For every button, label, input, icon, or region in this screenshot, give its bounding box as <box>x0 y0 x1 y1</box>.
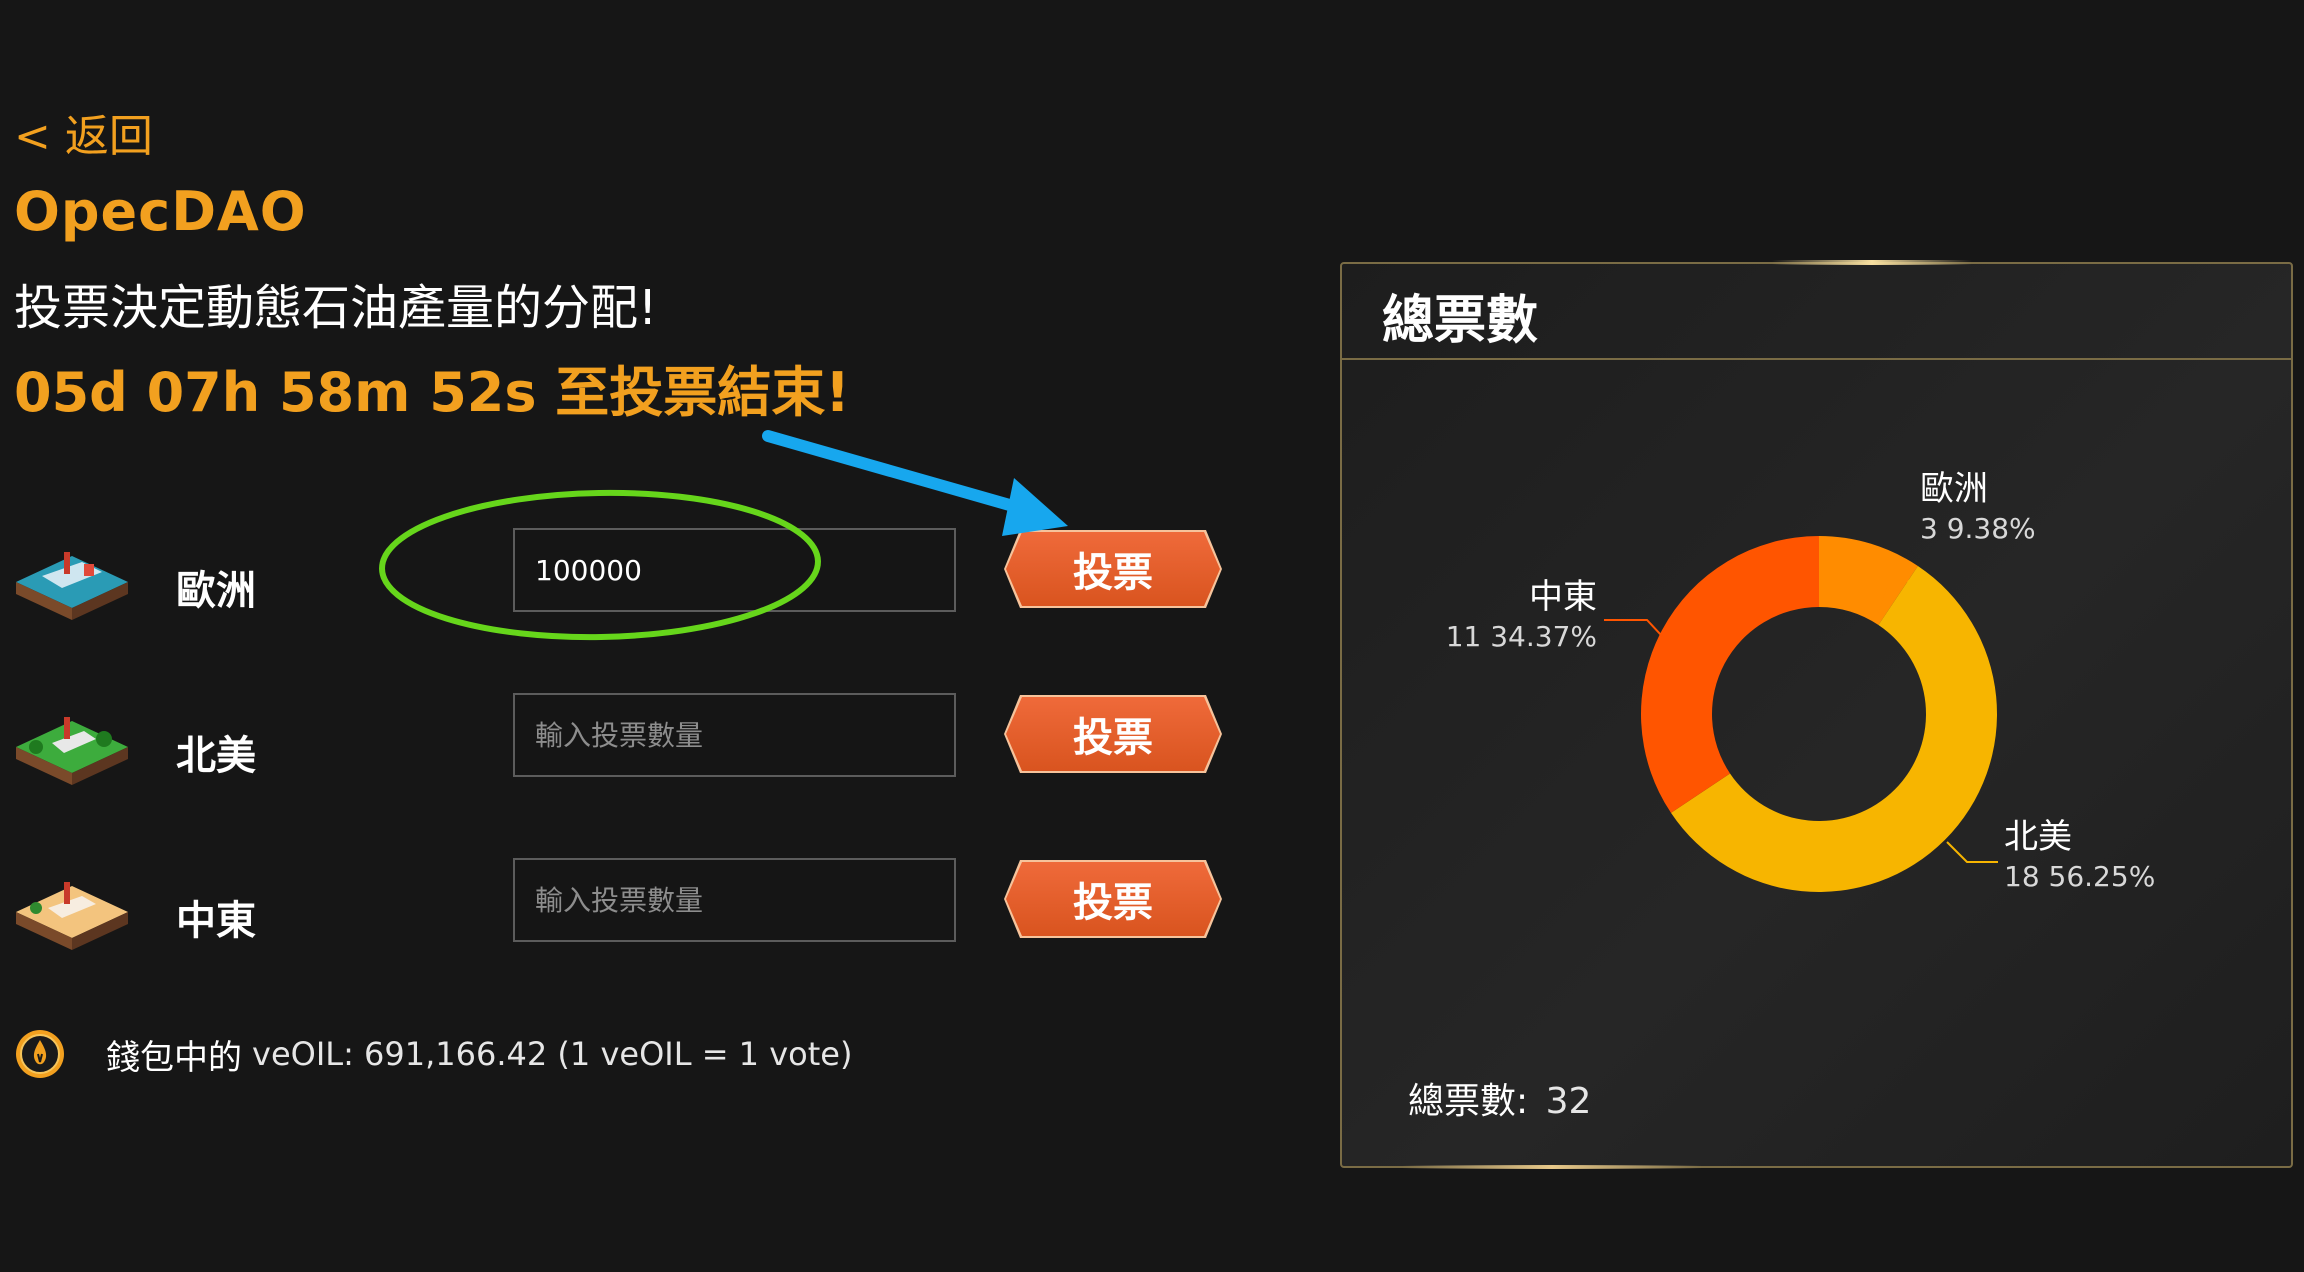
highlight-arrow-head <box>1002 478 1068 536</box>
total-votes-value: 32 <box>1545 1081 1592 1122</box>
slice-value-north-america: 18 56.25% <box>2004 860 2155 893</box>
slice-label-middle-east: 中東 <box>1529 577 1597 617</box>
highlight-circle <box>379 489 821 641</box>
votes-donut-chart: 歐洲3 9.38% 北美18 56.25% 中東11 34.37% <box>1446 469 2156 893</box>
leader-line-middle-east <box>1604 619 1663 637</box>
total-votes-panel: 總票數 歐洲 3 9.38% 北美 18 56.25% 中東 11 34.37% 總票數:… <box>1340 260 2293 1169</box>
total-votes-line: 總票數: 32 <box>1408 1072 1591 1124</box>
total-votes-label: 總票數: <box>1408 1081 1529 1122</box>
highlight-arrow-shaft <box>762 430 1026 514</box>
slice-label-europe: 歐洲 <box>1920 469 1988 509</box>
slice-value-middle-east: 11 34.37% <box>1446 620 1597 653</box>
panel-glow-bottom <box>1402 1165 1702 1169</box>
donut-slice-middle-east <box>1641 536 1819 813</box>
slice-label-north-america: 北美 <box>2004 817 2072 857</box>
leader-line-north-america <box>1946 841 1998 863</box>
slice-value-europe: 3 9.38% <box>1920 512 2036 545</box>
